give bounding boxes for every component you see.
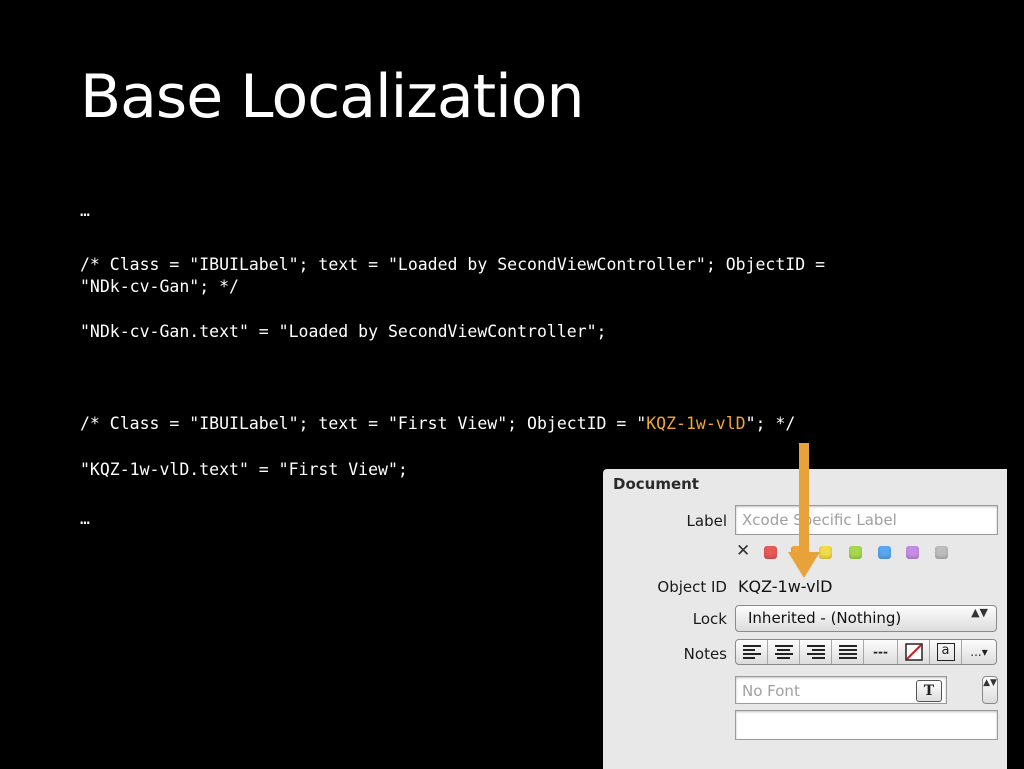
align-justify-icon[interactable] [832, 640, 864, 664]
orange-label-swatch[interactable] [791, 546, 804, 559]
red-label-swatch[interactable] [764, 546, 777, 559]
code-comment-line-2-pre: /* Class = "IBUILabel"; text = "First Vi… [80, 414, 647, 433]
yellow-label-swatch[interactable] [819, 546, 832, 559]
slide-title: Base Localization [80, 62, 585, 132]
align-center-icon[interactable] [768, 640, 800, 664]
horizontal-rule-button[interactable]: --- [864, 640, 898, 664]
popup-arrows-icon: ▲▼ [971, 606, 988, 619]
identity-inspector-panel: Document Label Xcode Specific Label ✕ Ob… [603, 469, 1007, 769]
blue-label-swatch[interactable] [878, 546, 891, 559]
notes-formatting-bar: --- a ...▾ [735, 639, 997, 665]
lock-popup-button[interactable]: Inherited - (Nothing) ▲▼ [735, 605, 997, 632]
font-picker-icon[interactable]: T [916, 680, 942, 702]
lock-popup-value: Inherited - (Nothing) [748, 609, 902, 627]
notes-label: Notes [683, 645, 727, 663]
code-comment-line-1-cont: "NDk-cv-Gan"; */ [80, 277, 239, 296]
code-comment-line-2: /* Class = "IBUILabel"; text = "First Vi… [80, 413, 795, 435]
code-string-line-2: "KQZ-1w-vlD.text" = "First View"; [80, 460, 408, 479]
notes-text-field[interactable] [735, 710, 998, 740]
no-background-icon[interactable] [898, 640, 930, 664]
text-style-icon[interactable]: a [930, 640, 962, 664]
purple-label-swatch[interactable] [906, 546, 919, 559]
document-section-heading: Document [613, 475, 699, 493]
align-left-icon[interactable] [736, 640, 768, 664]
highlighted-object-id: KQZ-1w-vlD [646, 414, 746, 433]
gray-label-swatch[interactable] [935, 546, 948, 559]
font-input[interactable]: No Font T [735, 676, 947, 704]
code-comment-line-2-post: "; */ [745, 414, 796, 433]
code-ellipsis-bottom: … [80, 509, 90, 528]
object-id-label: Object ID [657, 578, 727, 596]
xcode-label-placeholder: Xcode Specific Label [742, 511, 897, 529]
more-options-button[interactable]: ...▾ [962, 640, 996, 664]
xcode-label-input[interactable]: Xcode Specific Label [735, 505, 998, 535]
clear-color-icon[interactable]: ✕ [736, 541, 750, 561]
font-placeholder: No Font [742, 682, 800, 700]
lock-label: Lock [692, 610, 727, 628]
code-comment-line-1: /* Class = "IBUILabel"; text = "Loaded b… [80, 255, 826, 274]
object-id-value: KQZ-1w-vlD [738, 577, 833, 596]
font-size-stepper[interactable]: ▲▼ [982, 676, 998, 704]
align-right-icon[interactable] [800, 640, 832, 664]
code-string-line-1: "NDk-cv-Gan.text" = "Loaded by SecondVie… [80, 322, 607, 341]
code-ellipsis-top: … [80, 201, 90, 220]
green-label-swatch[interactable] [849, 546, 862, 559]
label-field-label: Label [686, 512, 727, 530]
